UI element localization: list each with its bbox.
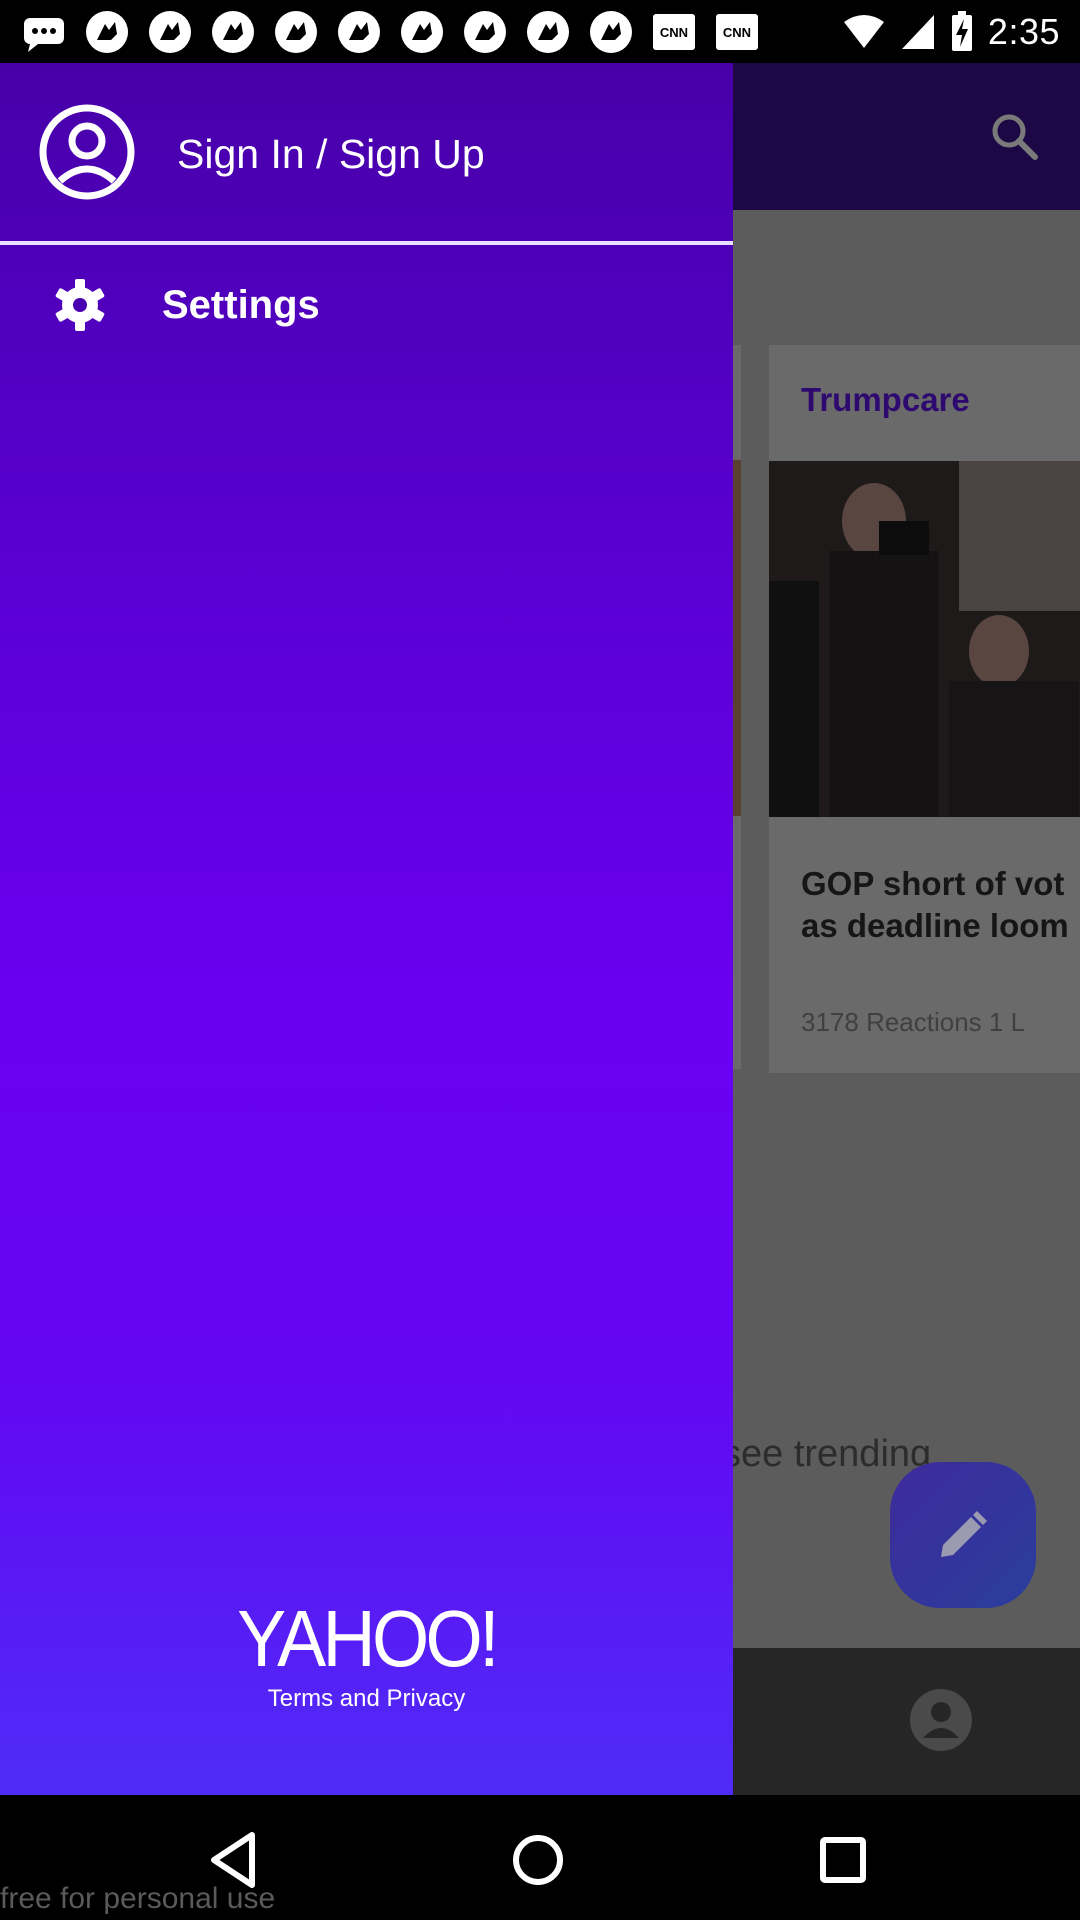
svg-text:CNN: CNN	[723, 25, 751, 40]
instrument-icon	[211, 10, 255, 54]
instrument-icon	[337, 10, 381, 54]
instrument-icon	[463, 10, 507, 54]
cnn-icon: CNN	[715, 10, 759, 54]
pencil-icon	[941, 1511, 987, 1557]
cnn-icon: CNN	[652, 10, 696, 54]
profile-icon[interactable]	[909, 1688, 973, 1752]
notification-icons: CNN CNN	[22, 10, 759, 54]
instrument-icon	[589, 10, 633, 54]
watermark: free for personal use	[0, 1882, 276, 1915]
sign-in-label[interactable]: Sign In / Sign Up	[177, 131, 485, 178]
card-image	[769, 461, 1080, 817]
system-status: 2:35	[842, 8, 1060, 56]
instrument-icon	[274, 10, 318, 54]
home-icon[interactable]	[503, 1825, 573, 1895]
cell-signal-icon	[901, 15, 934, 49]
terms-and-privacy-link[interactable]: Terms and Privacy	[0, 1685, 733, 1713]
instrument-icon	[148, 10, 192, 54]
trending-prompt: see trending	[722, 1433, 932, 1475]
wifi-icon	[843, 15, 884, 48]
battery-charging-icon	[951, 11, 972, 51]
search-icon[interactable]	[987, 109, 1043, 165]
news-card[interactable]: Trumpcare GOP short of vot as deadline l…	[769, 345, 1080, 1073]
clock: 2:35	[987, 11, 1060, 52]
recents-icon[interactable]	[808, 1825, 878, 1895]
gear-icon	[55, 279, 105, 331]
drawer-item-settings[interactable]: Settings	[0, 253, 733, 363]
message-icon	[22, 10, 66, 54]
yahoo-logo: YAHOO!	[237, 1594, 499, 1683]
navigation-drawer: Sign In / Sign Up Settings YAHOO! Terms …	[0, 63, 733, 1795]
status-bar: CNN CNN 2:35	[0, 0, 1080, 63]
card-topic: Trumpcare	[801, 381, 970, 418]
svg-text:CNN: CNN	[660, 25, 688, 40]
compose-button[interactable]	[890, 1462, 1036, 1608]
card-headline: GOP short of vot as deadline loom	[801, 865, 1069, 944]
account-circle-icon	[39, 104, 135, 200]
instrument-icon	[85, 10, 129, 54]
instrument-icon	[400, 10, 444, 54]
card-reactions: 3178 Reactions 1 L	[801, 1007, 1026, 1037]
instrument-icon	[526, 10, 570, 54]
drawer-header[interactable]: Sign In / Sign Up	[0, 63, 733, 243]
settings-label: Settings	[162, 283, 320, 327]
drawer-divider	[0, 241, 733, 245]
